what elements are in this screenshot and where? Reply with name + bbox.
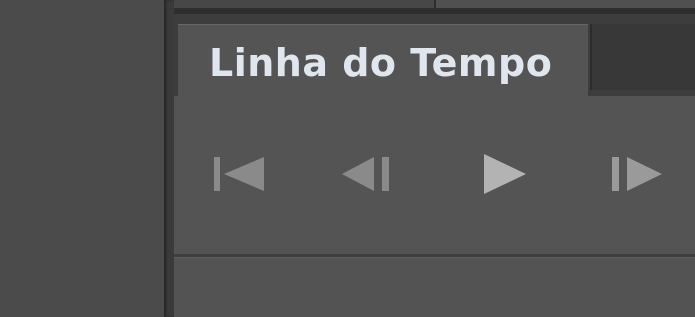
upper-panel-edge bbox=[174, 0, 695, 14]
play-button[interactable] bbox=[482, 154, 528, 194]
tab-timeline[interactable]: Linha do Tempo bbox=[178, 24, 588, 97]
step-back-icon bbox=[342, 157, 389, 191]
play-icon bbox=[484, 154, 526, 194]
timeline-track-area bbox=[174, 258, 695, 317]
timeline-panel: Linha do Tempo bbox=[174, 14, 695, 317]
tab-bar-empty-area bbox=[590, 24, 695, 90]
upper-panel-segment bbox=[436, 0, 695, 8]
skip-to-first-frame-icon bbox=[214, 157, 264, 191]
panel-divider[interactable] bbox=[164, 0, 174, 317]
app-window: Linha do Tempo bbox=[0, 0, 695, 317]
playback-controls bbox=[174, 96, 695, 254]
step-back-button[interactable] bbox=[340, 154, 394, 194]
upper-panel-segment bbox=[174, 0, 434, 8]
left-gutter bbox=[0, 0, 164, 317]
go-to-first-frame-button[interactable] bbox=[212, 154, 266, 194]
tab-title: Linha do Tempo bbox=[209, 41, 553, 85]
panel-tab-bar: Linha do Tempo bbox=[174, 14, 695, 97]
step-forward-icon bbox=[612, 157, 662, 191]
step-forward-button[interactable] bbox=[610, 154, 664, 194]
